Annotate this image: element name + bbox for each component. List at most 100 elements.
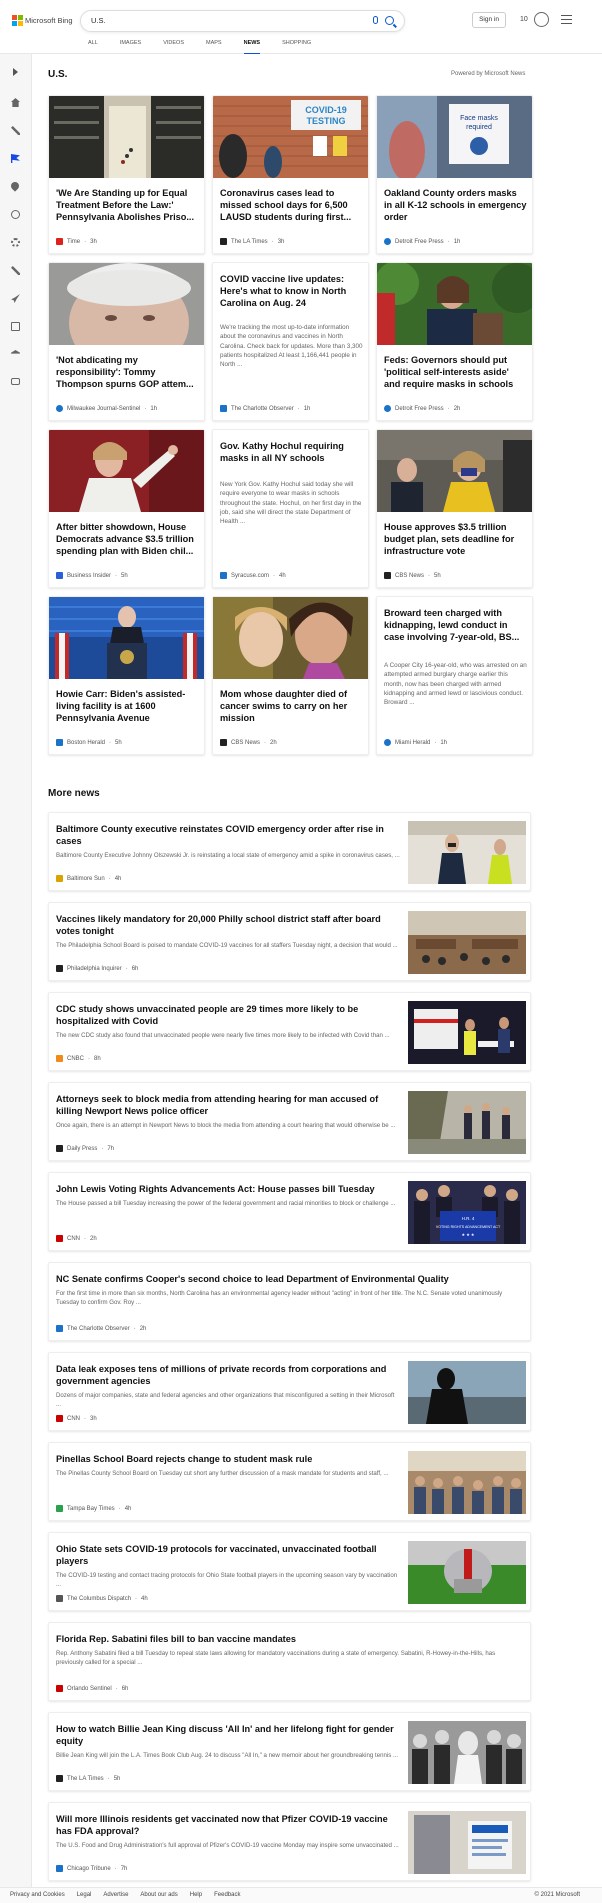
rewards-points[interactable]: 10 — [520, 16, 528, 23]
expand-sidebar-icon[interactable] — [13, 68, 18, 76]
tab-videos[interactable]: VIDEOS — [163, 40, 184, 54]
card-headline[interactable]: Oakland County orders masks in all K-12 … — [384, 187, 527, 223]
row-headline[interactable]: Vaccines likely mandatory for 20,000 Phi… — [56, 913, 396, 937]
source-name: The Charlotte Observer — [231, 405, 294, 412]
row-source: Orlando Sentinel · 6h — [56, 1685, 128, 1692]
card-headline[interactable]: Gov. Kathy Hochul requiring masks in all… — [220, 440, 363, 464]
row-headline[interactable]: Ohio State sets COVID-19 protocols for v… — [56, 1543, 396, 1567]
row-headline[interactable]: Baltimore County executive reinstates CO… — [56, 823, 396, 847]
card-headline[interactable]: After bitter showdown, House Democrats a… — [56, 521, 199, 557]
card-headline[interactable]: Mom whose daughter died of cancer swims … — [220, 688, 363, 724]
news-row[interactable]: How to watch Billie Jean King discuss 'A… — [48, 1712, 531, 1791]
row-headline[interactable]: CDC study shows unvaccinated people are … — [56, 1003, 396, 1027]
row-headline[interactable]: Pinellas School Board rejects change to … — [56, 1453, 396, 1465]
row-snippet: The Philadelphia School Board is poised … — [56, 942, 398, 949]
card-headline[interactable]: 'We Are Standing up for Equal Treatment … — [56, 187, 199, 223]
row-headline[interactable]: Will more Illinois residents get vaccina… — [56, 1813, 396, 1837]
tab-news[interactable]: NEWS — [243, 40, 260, 54]
source-logo-icon — [56, 405, 63, 412]
world-globe-icon[interactable] — [11, 210, 20, 219]
card-headline[interactable]: Coronavirus cases lead to missed school … — [220, 187, 363, 223]
powered-by-label: Powered by Microsoft News — [451, 71, 526, 77]
news-row[interactable]: NC Senate confirms Cooper's second choic… — [48, 1262, 531, 1341]
news-card[interactable]: Howie Carr: Biden's assisted-living faci… — [48, 596, 205, 755]
news-row[interactable]: Attorneys seek to block media from atten… — [48, 1082, 531, 1161]
card-headline[interactable]: Howie Carr: Biden's assisted-living faci… — [56, 688, 199, 724]
news-card[interactable]: Face masks required Oakland County order… — [376, 95, 533, 254]
row-headline[interactable]: John Lewis Voting Rights Advancements Ac… — [56, 1183, 396, 1195]
row-headline[interactable]: Florida Rep. Sabatini files bill to ban … — [56, 1633, 516, 1645]
search-icon[interactable] — [385, 16, 394, 25]
technology-rocket-icon[interactable] — [11, 294, 20, 303]
news-card[interactable]: 'Not abdicating my responsibility': Tomm… — [48, 262, 205, 421]
entertainment-icon[interactable] — [11, 322, 20, 331]
card-snippet: A Cooper City 16-year-old, who was arres… — [384, 662, 527, 707]
news-row[interactable]: Vaccines likely mandatory for 20,000 Phi… — [48, 902, 531, 981]
business-bank-icon[interactable] — [11, 350, 20, 354]
sign-in-button[interactable]: Sign in — [472, 12, 506, 28]
news-row[interactable]: Florida Rep. Sabatini files bill to ban … — [48, 1622, 531, 1701]
tab-all[interactable]: ALL — [88, 40, 98, 54]
news-row[interactable]: Will more Illinois residents get vaccina… — [48, 1802, 531, 1881]
news-card[interactable]: COVID vaccine live updates: Here's what … — [212, 262, 369, 421]
page-title: U.S. — [48, 69, 68, 80]
news-card[interactable]: House approves $3.5 trillion budget plan… — [376, 429, 533, 588]
timestamp: 4h — [114, 875, 122, 882]
news-card[interactable]: Gov. Kathy Hochul requiring masks in all… — [212, 429, 369, 588]
voting-rights-act-image: H.R. 4 VOTING RIGHTS ADVANCEMENT ACT ★ ★… — [408, 1181, 526, 1244]
card-headline[interactable]: Feds: Governors should put 'political se… — [384, 354, 527, 390]
us-flag-icon[interactable] — [11, 154, 20, 163]
news-row[interactable]: John Lewis Voting Rights Advancements Ac… — [48, 1172, 531, 1251]
microphone-icon[interactable] — [373, 16, 378, 24]
timestamp: 6h — [121, 1685, 129, 1692]
news-card[interactable]: Feds: Governors should put 'political se… — [376, 262, 533, 421]
search-input[interactable]: U.S. — [91, 16, 106, 25]
footer-link-privacy[interactable]: Privacy and Cookies — [10, 1892, 65, 1898]
row-headline[interactable]: Data leak exposes tens of millions of pr… — [56, 1363, 396, 1387]
card-headline[interactable]: House approves $3.5 trillion budget plan… — [384, 521, 527, 557]
row-snippet: Dozens of major companies, state and fed… — [56, 1392, 395, 1408]
news-card[interactable]: 'We Are Standing up for Equal Treatment … — [48, 95, 205, 254]
row-headline[interactable]: NC Senate confirms Cooper's second choic… — [56, 1273, 516, 1285]
source-logo-icon — [56, 875, 63, 882]
news-row[interactable]: Ohio State sets COVID-19 protocols for v… — [48, 1532, 531, 1611]
footer-link-advertise[interactable]: Advertise — [103, 1892, 128, 1898]
news-row[interactable]: Pinellas School Board rejects change to … — [48, 1442, 531, 1521]
tab-maps[interactable]: MAPS — [206, 40, 222, 54]
local-pin-icon[interactable] — [9, 180, 21, 192]
home-icon[interactable] — [11, 98, 20, 107]
news-row[interactable]: Baltimore County executive reinstates CO… — [48, 812, 531, 891]
news-card[interactable]: Broward teen charged with kidnapping, le… — [376, 596, 533, 755]
rewards-trophy-icon[interactable] — [534, 12, 549, 27]
news-row[interactable]: Data leak exposes tens of millions of pr… — [48, 1352, 531, 1431]
search-box[interactable]: U.S. — [80, 10, 405, 32]
card-headline[interactable]: Broward teen charged with kidnapping, le… — [384, 607, 527, 643]
news-row[interactable]: CDC study shows unvaccinated people are … — [48, 992, 531, 1071]
hamburger-menu-icon[interactable] — [561, 15, 572, 24]
timestamp: 7h — [107, 1145, 115, 1152]
row-snippet: Billie Jean King will join the L.A. Time… — [56, 1752, 399, 1759]
politics-icon[interactable] — [11, 266, 20, 275]
science-icon[interactable] — [11, 238, 20, 247]
money-wallet-icon[interactable] — [11, 378, 20, 385]
news-card[interactable]: After bitter showdown, House Democrats a… — [48, 429, 205, 588]
timestamp: 2h — [453, 405, 461, 412]
card-headline[interactable]: COVID vaccine live updates: Here's what … — [220, 273, 363, 309]
source-logo-icon — [384, 405, 391, 412]
news-card[interactable]: COVID-19 TESTING Coronavirus cases lead … — [212, 95, 369, 254]
bing-logo[interactable]: Microsoft Bing — [12, 15, 73, 26]
card-headline[interactable]: 'Not abdicating my responsibility': Tomm… — [56, 354, 199, 390]
tab-images[interactable]: IMAGES — [120, 40, 141, 54]
tools-icon[interactable] — [11, 126, 20, 135]
source-logo-icon — [56, 1865, 63, 1872]
row-headline[interactable]: Attorneys seek to block media from atten… — [56, 1093, 396, 1117]
tab-shopping[interactable]: SHOPPING — [282, 40, 311, 54]
timestamp: 6h — [131, 965, 139, 972]
footer-link-about-ads[interactable]: About our ads — [140, 1892, 177, 1898]
timestamp: 5h — [434, 572, 441, 579]
row-headline[interactable]: How to watch Billie Jean King discuss 'A… — [56, 1723, 396, 1747]
footer-link-feedback[interactable]: Feedback — [214, 1892, 240, 1898]
news-card[interactable]: Mom whose daughter died of cancer swims … — [212, 596, 369, 755]
footer-link-legal[interactable]: Legal — [77, 1892, 92, 1898]
footer-link-help[interactable]: Help — [190, 1892, 202, 1898]
